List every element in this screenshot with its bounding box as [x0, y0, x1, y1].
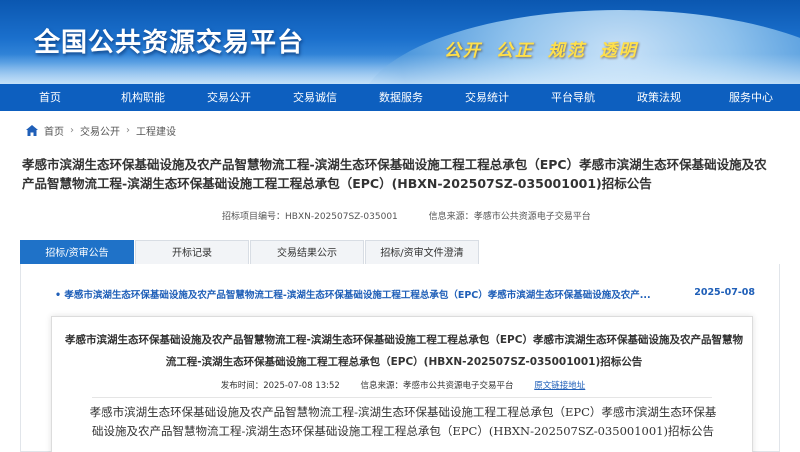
notice-card: 孝感市滨湖生态环保基础设施及农产品智慧物流工程-滨湖生态环保基础设施工程工程总承… — [51, 316, 753, 452]
announcement-tabs: 招标/资审公告 开标记录 交易结果公示 招标/资审文件澄清 — [20, 240, 780, 265]
breadcrumb-home[interactable]: 首页 — [44, 123, 64, 138]
nav-item-functions[interactable]: 机构职能 — [100, 84, 186, 111]
publish-time: 发布时间：2025-07-08 13:52 — [220, 381, 340, 391]
divider — [92, 397, 712, 398]
site-title[interactable]: 全国公共资源交易平台 — [34, 22, 304, 59]
nav-item-data-service[interactable]: 数据服务 — [358, 84, 444, 111]
notice-date: 2025-07-08 — [694, 287, 755, 298]
site-banner: 全国公共资源交易平台 公开 公正 规范 透明 — [0, 0, 800, 84]
original-link[interactable]: 原文链接地址 — [534, 381, 585, 391]
site-slogan: 公开 公正 规范 透明 — [444, 41, 638, 61]
list-item: • 孝感市滨湖生态环保基础设施及农产品智慧物流工程-滨湖生态环保基础设施工程工程… — [55, 287, 755, 301]
notice-source: 信息来源：孝感市公共资源电子交易平台 — [360, 381, 514, 391]
nav-item-integrity[interactable]: 交易诚信 — [272, 84, 358, 111]
breadcrumb-separator: › — [70, 125, 74, 136]
tab-panel: • 孝感市滨湖生态环保基础设施及农产品智慧物流工程-滨湖生态环保基础设施工程工程… — [20, 264, 780, 452]
nav-item-home[interactable]: 首页 — [0, 84, 100, 111]
nav-item-service-center[interactable]: 服务中心 — [702, 84, 800, 111]
info-source: 信息来源：孝感市公共资源电子交易平台 — [428, 212, 591, 222]
announcement-meta: 招标项目编号：HBXN-202507SZ-035001 信息来源：孝感市公共资源… — [222, 209, 619, 222]
notice-link[interactable]: • 孝感市滨湖生态环保基础设施及农产品智慧物流工程-滨湖生态环保基础设施工程工程… — [55, 287, 651, 301]
tab-result-publicity[interactable]: 交易结果公示 — [250, 240, 364, 265]
breadcrumb: 首页 › 交易公开 › 工程建设 — [26, 123, 176, 138]
project-no: 招标项目编号：HBXN-202507SZ-035001 — [222, 212, 398, 222]
breadcrumb-separator: › — [126, 125, 130, 136]
nav-item-policies[interactable]: 政策法规 — [616, 84, 702, 111]
nav-item-statistics[interactable]: 交易统计 — [444, 84, 530, 111]
notice-body: 孝感市滨湖生态环保基础设施及农产品智慧物流工程-滨湖生态环保基础设施工程工程总承… — [89, 405, 717, 438]
page-title: 孝感市滨湖生态环保基础设施及农产品智慧物流工程-滨湖生态环保基础设施工程工程总承… — [22, 157, 767, 191]
notice-meta: 发布时间：2025-07-08 13:52 信息来源：孝感市公共资源电子交易平台… — [52, 379, 754, 391]
breadcrumb-engineering[interactable]: 工程建设 — [136, 123, 176, 138]
nav-item-platform-nav[interactable]: 平台导航 — [530, 84, 616, 111]
nav-item-trade-public[interactable]: 交易公开 — [186, 84, 272, 111]
tab-tender-notice[interactable]: 招标/资审公告 — [20, 240, 134, 265]
tab-bid-opening[interactable]: 开标记录 — [135, 240, 249, 265]
tab-clarification[interactable]: 招标/资审文件澄清 — [365, 240, 479, 265]
notice-title: 孝感市滨湖生态环保基础设施及农产品智慧物流工程-滨湖生态环保基础设施工程工程总承… — [65, 334, 743, 368]
home-icon[interactable] — [26, 125, 38, 136]
main-nav: 首页 机构职能 交易公开 交易诚信 数据服务 交易统计 平台导航 政策法规 服务… — [0, 84, 800, 111]
breadcrumb-trade-public[interactable]: 交易公开 — [80, 123, 120, 138]
